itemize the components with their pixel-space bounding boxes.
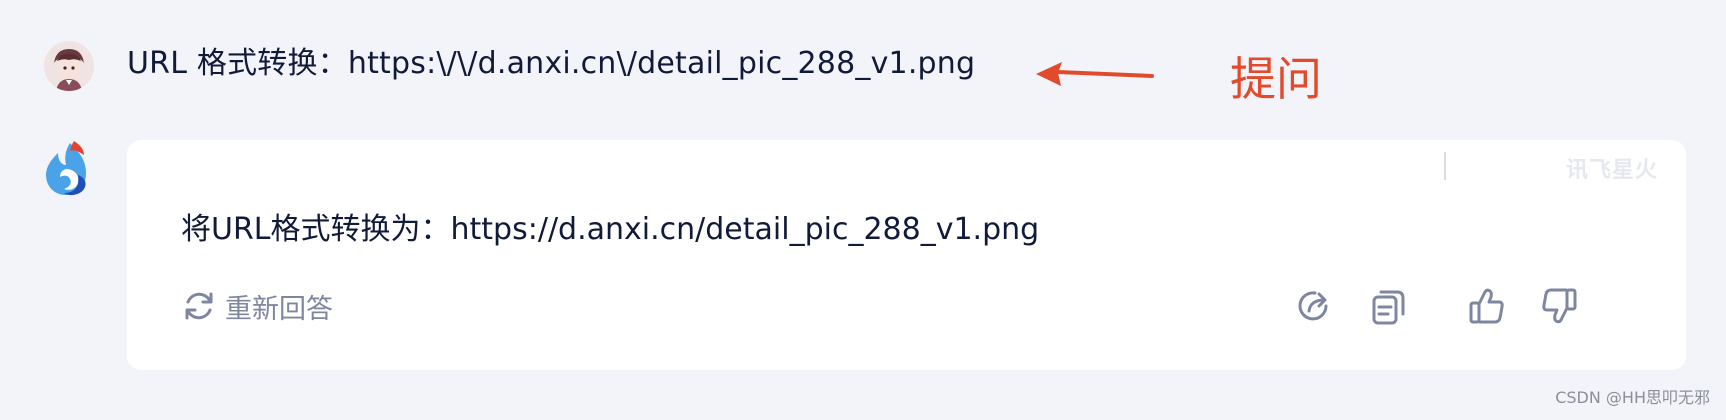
assistant-avatar [44,139,96,199]
action-divider [1444,152,1446,180]
refresh-icon [185,292,213,320]
user-avatar [44,41,94,91]
user-question-text: URL 格式转换：https:\/\/d.anxi.cn\/detail_pic… [127,46,976,81]
copy-icon[interactable] [1369,286,1409,326]
regenerate-label: 重新回答 [225,293,333,325]
annotation-arrow-icon [1036,62,1154,86]
share-icon[interactable] [1294,286,1334,326]
assistant-answer-text: 将URL格式转换为：https://d.anxi.cn/detail_pic_2… [181,212,1040,247]
footer-credit: CSDN @HH思叩无邪 [1555,388,1710,407]
regenerate-button[interactable]: 重新回答 [181,286,333,326]
annotation-label: 提问 [1230,52,1322,106]
thumbs-up-icon[interactable] [1467,286,1507,326]
assistant-answer-card: 讯飞星火 将URL格式转换为：https://d.anxi.cn/detail_… [127,140,1686,370]
watermark-text: 讯飞星火 [1565,158,1658,183]
thumbs-down-icon[interactable] [1539,286,1579,326]
